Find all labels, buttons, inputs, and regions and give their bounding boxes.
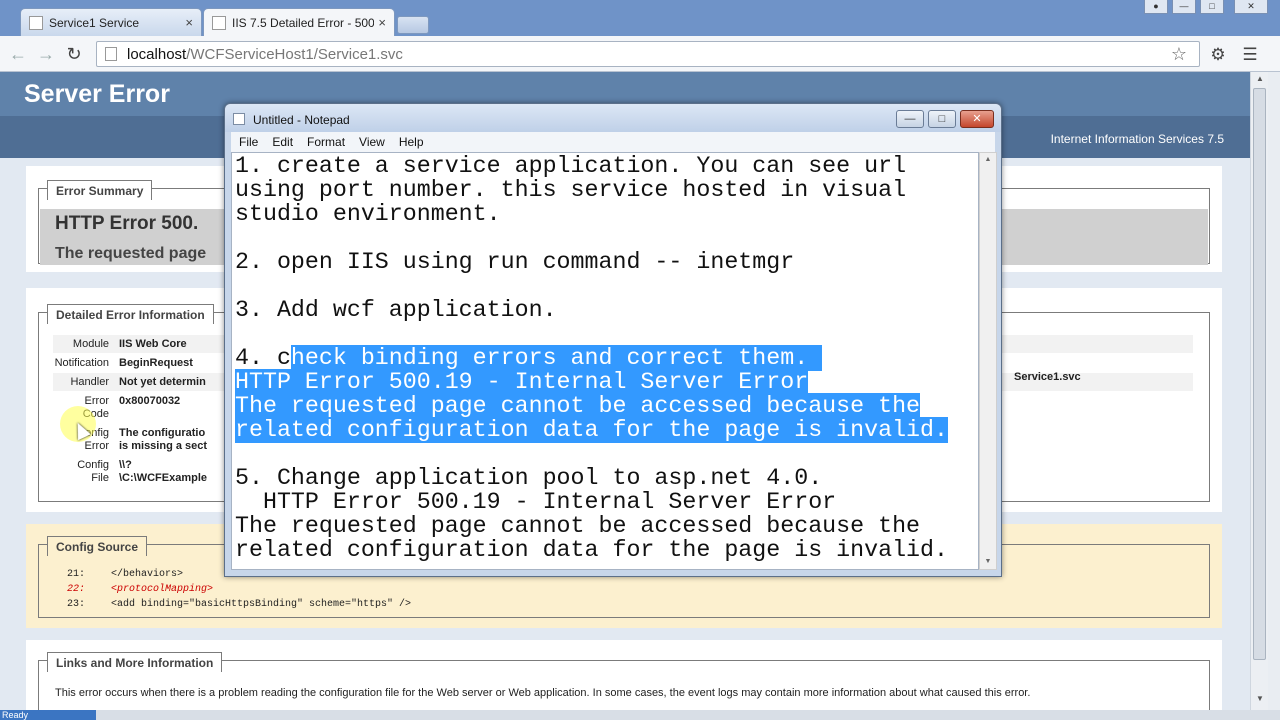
text-line: using port number. this service hosted i… — [235, 177, 907, 203]
notepad-icon — [233, 113, 245, 125]
links-text: This error occurs when there is a proble… — [55, 687, 1031, 699]
text-line: 3. Add wcf application. — [235, 297, 557, 323]
scroll-down-icon[interactable]: ▼ — [980, 555, 996, 569]
page-title: Server Error — [24, 80, 170, 108]
notepad-scrollbar[interactable]: ▲ ▼ — [979, 152, 997, 570]
forward-arrow-icon[interactable]: → — [36, 44, 56, 64]
address-bar[interactable]: localhost /WCFServiceHost1/Service1.svc … — [96, 41, 1200, 67]
tab-service1[interactable]: Service1 Service × — [20, 8, 202, 36]
status-text: Ready — [0, 710, 96, 720]
extension-icon[interactable]: ⚙ — [1207, 44, 1229, 66]
text-line: HTTP Error 500.19 - Internal Server Erro… — [235, 489, 837, 515]
notepad-close-button[interactable]: ✕ — [960, 110, 994, 128]
url-path: /WCFServiceHost1/Service1.svc — [186, 45, 403, 63]
code-line: 23: <add binding="basicHttpsBinding" sch… — [67, 599, 412, 610]
tab-iis-error[interactable]: IIS 7.5 Detailed Error - 500 × — [203, 8, 395, 36]
menu-help[interactable]: Help — [399, 135, 424, 149]
detailed-error-legend: Detailed Error Information — [47, 304, 214, 324]
text-line: 4. check binding errors and correct them… — [235, 345, 823, 371]
notepad-title-bar[interactable]: Untitled - Notepad — □ ✕ — [225, 104, 1001, 132]
text-line-selected: HTTP Error 500.19 - Internal Server Erro… — [235, 369, 809, 395]
iis-version-label: Internet Information Services 7.5 — [1050, 132, 1224, 146]
tab-close-icon[interactable]: × — [185, 15, 193, 30]
text-line: The requested page cannot be accessed be… — [235, 513, 921, 539]
menu-edit[interactable]: Edit — [272, 135, 293, 149]
text-line: 1. create a service application. You can… — [235, 153, 907, 179]
tab-strip: Service1 Service × IIS 7.5 Detailed Erro… — [0, 0, 1280, 36]
bookmark-star-icon[interactable]: ☆ — [1171, 44, 1187, 65]
tab-label: Service1 Service — [49, 15, 140, 30]
error-summary-title: HTTP Error 500. — [55, 213, 199, 234]
text-selection: heck binding errors and correct them. — [290, 345, 823, 371]
text-line: studio environment. — [235, 201, 501, 227]
menu-view[interactable]: View — [359, 135, 385, 149]
notepad-text-area[interactable]: 1. create a service application. You can… — [231, 152, 979, 570]
notepad-menu-bar: File Edit Format View Help — [231, 132, 995, 152]
page-icon — [105, 47, 117, 61]
code-line-highlighted: 22: <protocolMapping> — [67, 584, 214, 595]
text-line: 2. open IIS using run command -- inetmgr — [235, 249, 795, 275]
back-arrow-icon[interactable]: ← — [8, 44, 28, 64]
scroll-up-icon[interactable]: ▲ — [980, 153, 996, 167]
user-icon[interactable]: ● — [1144, 0, 1168, 14]
restore-icon[interactable]: □ — [1200, 0, 1224, 14]
code-line: 21: </behaviors> — [67, 569, 184, 580]
text-line: 5. Change application pool to asp.net 4.… — [235, 465, 823, 491]
reload-icon[interactable]: ↻ — [64, 44, 84, 64]
text-line-selected: related configuration data for the page … — [235, 417, 949, 443]
page-favicon-icon — [212, 15, 226, 30]
notepad-minimize-button[interactable]: — — [896, 110, 924, 128]
page-favicon-icon — [29, 15, 43, 30]
error-summary-legend: Error Summary — [47, 180, 153, 200]
new-tab-button[interactable] — [397, 16, 429, 34]
url-host: localhost — [127, 45, 187, 63]
menu-icon[interactable]: ☰ — [1239, 44, 1261, 66]
status-bar: Ready — [0, 710, 1280, 720]
tab-label: IIS 7.5 Detailed Error - 500 — [232, 15, 375, 30]
notepad-maximize-button[interactable]: □ — [928, 110, 956, 128]
window-close-icon[interactable]: ✕ — [1234, 0, 1268, 14]
requested-url-value: Service1.svc — [1014, 371, 1081, 383]
text-unselected: 4. c — [235, 345, 291, 371]
text-line: related configuration data for the page … — [235, 537, 949, 563]
scroll-down-icon[interactable]: ▼ — [1251, 692, 1269, 706]
scroll-up-icon[interactable]: ▲ — [1251, 72, 1269, 86]
menu-file[interactable]: File — [239, 135, 258, 149]
notepad-window[interactable]: Untitled - Notepad — □ ✕ File Edit Forma… — [224, 103, 1002, 577]
text-line-selected: The requested page cannot be accessed be… — [235, 393, 921, 419]
tab-close-icon[interactable]: × — [378, 15, 386, 30]
links-legend: Links and More Information — [47, 652, 223, 672]
browser-toolbar: ← → ↻ localhost /WCFServiceHost1/Service… — [0, 36, 1280, 72]
right-edge-strip — [1268, 72, 1280, 720]
page-scrollbar[interactable]: ▲ ▼ — [1250, 72, 1268, 710]
config-source-legend: Config Source — [47, 536, 148, 556]
notepad-title: Untitled - Notepad — [253, 113, 350, 127]
error-summary-subtitle: The requested page — [55, 245, 207, 262]
links-panel: Links and More Information This error oc… — [26, 640, 1222, 710]
minimize-icon[interactable]: — — [1172, 0, 1196, 14]
scrollbar-thumb[interactable] — [1253, 88, 1266, 660]
menu-format[interactable]: Format — [307, 135, 345, 149]
